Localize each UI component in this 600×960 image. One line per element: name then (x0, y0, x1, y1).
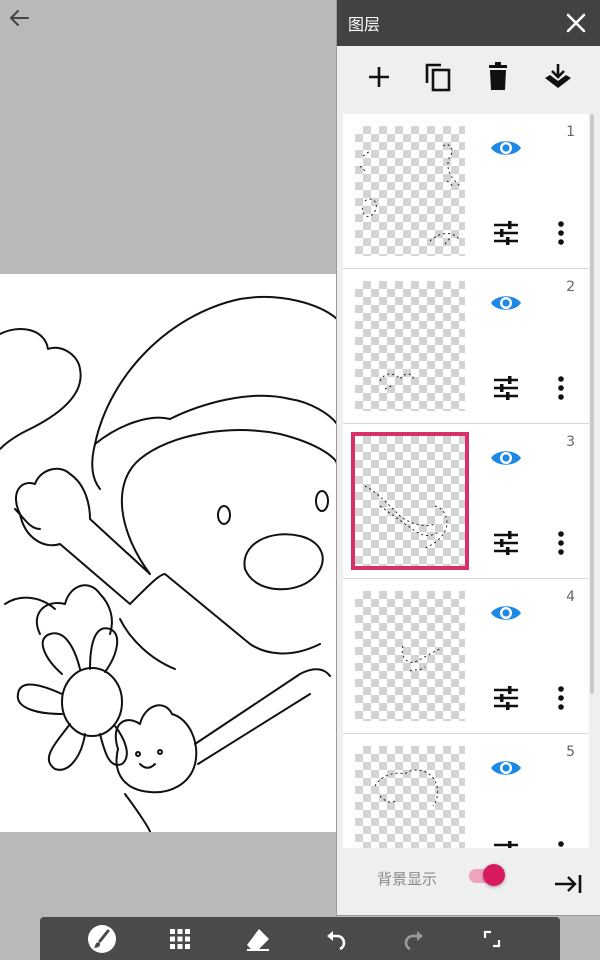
layer-item[interactable]: 2 (343, 269, 589, 424)
sliders-icon (494, 221, 518, 245)
eraser-icon (247, 929, 269, 951)
layer-settings-button[interactable] (491, 218, 521, 248)
visibility-toggle[interactable] (489, 136, 523, 160)
layer-more-button[interactable] (551, 683, 571, 713)
grid-tool-button[interactable] (164, 923, 196, 955)
layer-preview (364, 485, 448, 549)
layer-number: 1 (566, 124, 575, 140)
close-icon (566, 13, 586, 33)
redo-icon (404, 931, 423, 951)
close-panel-button[interactable] (564, 11, 588, 35)
layer-number: 4 (566, 589, 575, 605)
fullscreen-button[interactable] (476, 923, 508, 955)
layer-settings-button[interactable] (491, 838, 521, 848)
layer-preview (374, 769, 439, 807)
layer-preview (401, 645, 441, 672)
panel-header: 图层 (337, 0, 600, 46)
layer-toolbar (337, 46, 600, 108)
sliders-icon (494, 841, 518, 848)
collapse-panel-button[interactable] (553, 872, 583, 896)
layer-thumbnail[interactable] (351, 432, 469, 570)
arrow-left-icon (10, 10, 29, 26)
add-layer-button[interactable] (362, 60, 396, 94)
layer-list-scrollbar[interactable] (590, 114, 594, 694)
more-vertical-icon (558, 841, 564, 847)
arrow-to-right-icon (555, 875, 582, 893)
eye-icon (491, 451, 521, 465)
layer-number: 5 (566, 744, 575, 760)
merge-down-icon (545, 64, 571, 88)
layer-preview (359, 144, 461, 245)
layer-thumbnail[interactable] (355, 591, 465, 721)
layer-number: 3 (566, 434, 575, 450)
more-vertical-icon (558, 376, 564, 400)
undo-icon (327, 931, 346, 951)
layer-thumbnail[interactable] (355, 281, 465, 411)
background-visibility-label: 背景显示 (377, 870, 438, 888)
more-vertical-icon (558, 531, 564, 555)
eye-icon (491, 606, 521, 620)
delete-layer-button[interactable] (481, 60, 515, 94)
layer-list: 1 2 3 4 5 (343, 114, 589, 848)
bottom-toolbar (40, 917, 560, 960)
layer-thumbnail[interactable] (355, 746, 465, 848)
line-art-drawing (0, 295, 337, 832)
layer-more-button[interactable] (551, 373, 571, 403)
layers-panel: 图层 1 2 3 4 5 背景显示 (336, 0, 600, 916)
layer-item[interactable]: 4 (343, 579, 589, 734)
fullscreen-icon (483, 930, 501, 948)
sliders-icon (494, 686, 518, 710)
visibility-toggle[interactable] (489, 446, 523, 470)
duplicate-layer-button[interactable] (421, 60, 455, 94)
sliders-icon (494, 376, 518, 400)
eye-icon (491, 141, 521, 155)
drawing-canvas[interactable] (0, 274, 337, 832)
layer-settings-button[interactable] (491, 373, 521, 403)
plus-icon (369, 67, 389, 87)
sliders-icon (494, 531, 518, 555)
layer-more-button[interactable] (551, 838, 571, 848)
grid-icon (170, 929, 190, 949)
back-button[interactable] (4, 4, 34, 34)
background-visibility-switch[interactable] (469, 864, 505, 888)
redo-button[interactable] (398, 923, 430, 955)
merge-down-button[interactable] (541, 60, 575, 94)
layer-more-button[interactable] (551, 218, 571, 248)
layer-item-selected[interactable]: 3 (343, 424, 589, 579)
layer-item[interactable]: 5 (343, 734, 589, 848)
layer-item[interactable]: 1 (343, 114, 589, 269)
more-vertical-icon (558, 686, 564, 710)
copy-icon (425, 63, 451, 92)
layer-number: 2 (566, 279, 575, 295)
visibility-toggle[interactable] (489, 756, 523, 780)
layer-preview (379, 373, 414, 390)
more-vertical-icon (558, 221, 564, 245)
switch-knob (483, 864, 505, 886)
eye-icon (491, 296, 521, 310)
layer-settings-button[interactable] (491, 683, 521, 713)
layer-thumbnail[interactable] (355, 126, 465, 256)
brush-icon (88, 925, 116, 953)
panel-title: 图层 (348, 15, 381, 34)
visibility-toggle[interactable] (489, 601, 523, 625)
undo-button[interactable] (320, 923, 352, 955)
visibility-toggle[interactable] (489, 291, 523, 315)
layer-more-button[interactable] (551, 528, 571, 558)
layer-settings-button[interactable] (491, 528, 521, 558)
panel-footer: 背景显示 (337, 848, 600, 916)
trash-icon (489, 62, 507, 90)
brush-tool-button[interactable] (86, 923, 118, 955)
eraser-tool-button[interactable] (242, 923, 274, 955)
eye-icon (491, 761, 521, 775)
